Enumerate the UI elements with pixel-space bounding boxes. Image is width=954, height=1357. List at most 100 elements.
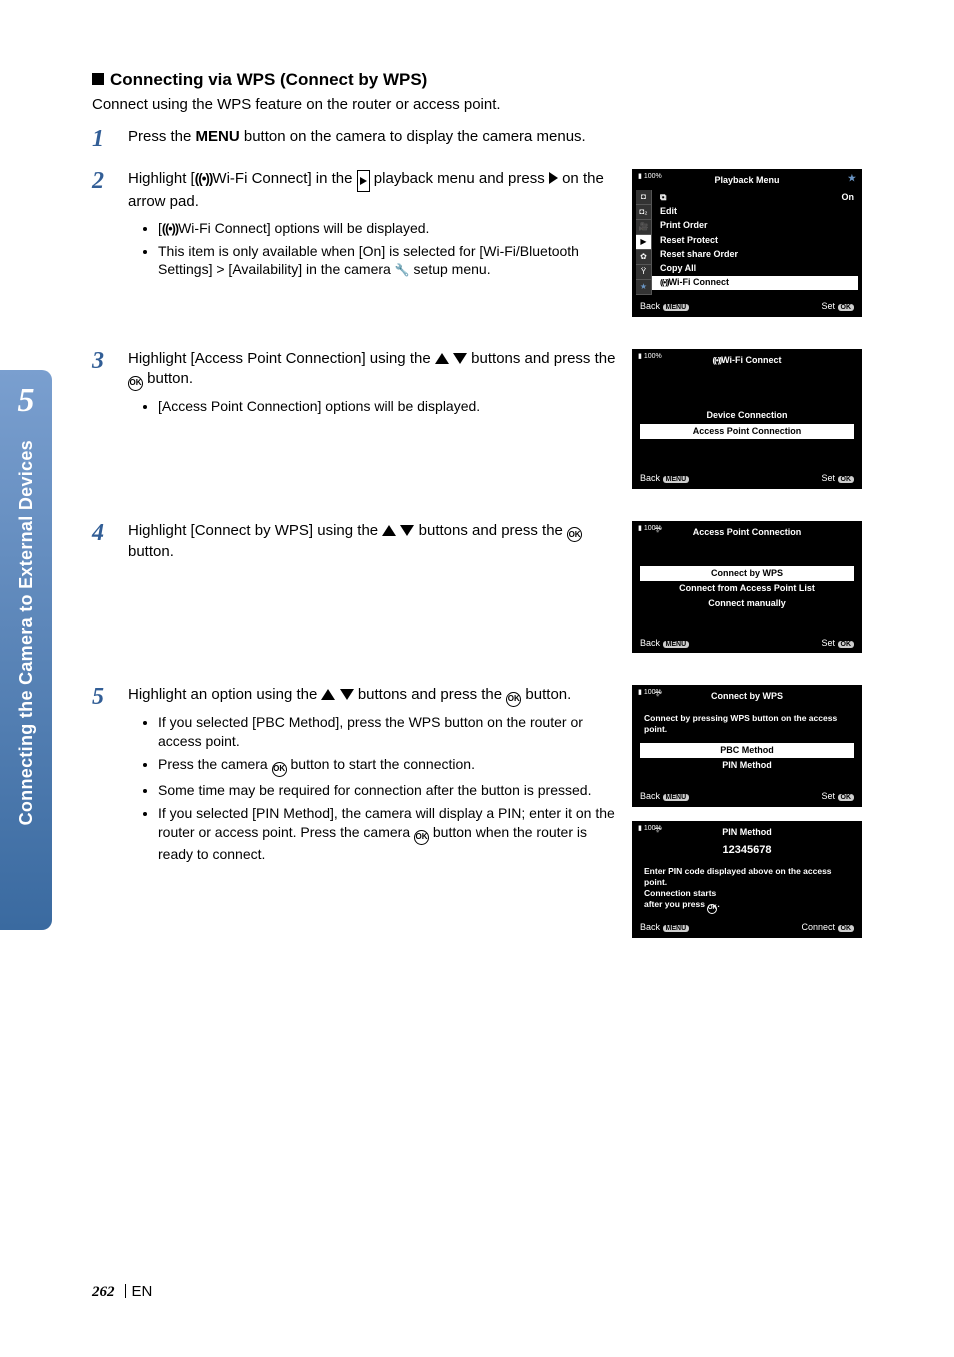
page-footer: 262EN	[92, 1283, 152, 1301]
page-number: 262	[92, 1284, 115, 1300]
ok-button-icon	[414, 830, 429, 845]
step-1: 1 Press the MENU button on the camera to…	[92, 127, 862, 151]
down-arrow-icon	[453, 353, 467, 364]
back-label[interactable]: Back MENU	[640, 638, 689, 650]
back-label[interactable]: Back MENU	[640, 922, 689, 934]
set-label[interactable]: Set OK	[821, 638, 854, 650]
step-2: 2 Highlight [Wi-Fi Connect] in the playb…	[92, 169, 862, 331]
back-label[interactable]: Back MENU	[640, 473, 689, 485]
menu-label: Print Order	[660, 220, 708, 231]
table-row[interactable]: Copy All	[652, 262, 858, 276]
menu-label: Wi-Fi Connect	[669, 277, 729, 287]
playback-tab-icon[interactable]: ▶	[636, 235, 651, 250]
table-row-highlighted[interactable]: Wi-Fi Connect	[652, 276, 858, 290]
text-fragment: Wi-Fi Connect] in the	[212, 170, 356, 187]
ok-button-icon	[506, 692, 521, 707]
step-5: 5 Highlight an option using the buttons …	[92, 685, 862, 951]
battery-indicator: ▮ 100%	[638, 173, 662, 182]
menu-label: Copy All	[660, 263, 696, 274]
ok-pill: OK	[838, 304, 855, 311]
ok-pill: OK	[838, 476, 855, 483]
camera-tab-icon[interactable]: ◘	[636, 190, 651, 205]
screen-title: Access Point Connection	[636, 525, 858, 540]
menu-label: Reset share Order	[660, 249, 738, 260]
setup-tab-icon[interactable]: Ÿ	[636, 265, 651, 280]
menu-entry[interactable]: Device Connection	[640, 408, 854, 423]
table-row[interactable]: Edit	[652, 205, 858, 219]
menu-entry-highlighted[interactable]: PBC Method	[640, 743, 854, 758]
set-label[interactable]: Set OK	[821, 301, 854, 313]
back-label[interactable]: Back MENU	[640, 301, 689, 313]
step-4: 4 Highlight [Connect by WPS] using the b…	[92, 521, 862, 668]
text-fragment: This item is only available when [On] is…	[158, 243, 579, 278]
battery-indicator: ▮ 100%	[638, 353, 662, 362]
screen-instruction: Enter PIN code displayed above on the ac…	[636, 864, 858, 916]
ok-pill: OK	[838, 925, 855, 932]
overlay-icon: ⧉	[660, 192, 666, 203]
set-label[interactable]: Set OK	[821, 473, 854, 485]
screen-pin-method: ▮ 100%ᯤ PIN Method 12345678 Enter PIN co…	[632, 821, 862, 938]
menu-entry-highlighted[interactable]: Access Point Connection	[640, 424, 854, 439]
connect-label[interactable]: Connect OK	[801, 922, 854, 934]
table-row[interactable]: Print Order	[652, 219, 858, 233]
menu-pill: MENU	[663, 794, 690, 801]
menu-pill: MENU	[663, 641, 690, 648]
custom-tab-icon[interactable]: ★	[636, 280, 651, 295]
set-label[interactable]: Set OK	[821, 791, 854, 803]
text-fragment: Enter PIN code displayed above on the ac…	[644, 866, 850, 888]
wifi-icon	[712, 355, 721, 365]
bullet-item: This item is only available when [On] is…	[158, 242, 616, 280]
menu-tab-column: ◘ ◘₂ 🎥 ▶ ✿ Ÿ ★	[636, 190, 652, 295]
screen-title: PIN Method	[636, 825, 858, 840]
text-fragment: playback menu and press	[370, 170, 549, 187]
video-tab-icon[interactable]: 🎥	[636, 220, 651, 235]
table-row[interactable]: Reset Protect	[652, 233, 858, 247]
step-3-text: Highlight [Access Point Connection] usin…	[128, 349, 616, 420]
wifi-icon	[195, 170, 213, 187]
ok-pill: OK	[838, 794, 855, 801]
chapter-number: 5	[18, 382, 35, 420]
table-row[interactable]: Reset share Order	[652, 247, 858, 261]
section-heading: Connecting via WPS (Connect by WPS)	[92, 70, 862, 90]
step-4-text: Highlight [Connect by WPS] using the but…	[128, 521, 616, 569]
page-content: Connecting via WPS (Connect by WPS) Conn…	[92, 70, 862, 970]
pin-code-value: 12345678	[636, 840, 858, 864]
text-fragment: Highlight an option using the	[128, 686, 321, 703]
step-number: 5	[92, 685, 128, 709]
text-fragment: Press the camera	[158, 756, 272, 772]
menu-label: Reset Protect	[660, 235, 718, 246]
menu-entry[interactable]: PIN Method	[640, 758, 854, 773]
camera2-tab-icon[interactable]: ◘₂	[636, 205, 651, 220]
step-3: 3 Highlight [Access Point Connection] us…	[92, 349, 862, 503]
square-bullet-icon	[92, 73, 104, 85]
ok-button-icon	[567, 527, 582, 542]
bullet-item: If you selected [PIN Method], the camera…	[158, 804, 616, 864]
setup-wrench-icon	[395, 261, 410, 277]
menu-entry[interactable]: Connect manually	[640, 596, 854, 611]
text-fragment: buttons and press the	[414, 522, 567, 539]
section-heading-text: Connecting via WPS (Connect by WPS)	[110, 70, 427, 89]
chapter-title: Connecting the Camera to External Device…	[16, 440, 37, 825]
menu-word: MENU	[196, 128, 240, 145]
menu-entry-highlighted[interactable]: Connect by WPS	[640, 566, 854, 581]
gear-tab-icon[interactable]: ✿	[636, 250, 651, 265]
text-fragment: Highlight [	[128, 170, 195, 187]
step-1-text: Press the MENU button on the camera to d…	[128, 127, 862, 147]
text-fragment: button.	[128, 543, 174, 560]
text-fragment: after you press	[644, 899, 707, 909]
menu-entry[interactable]: Connect from Access Point List	[640, 581, 854, 596]
chapter-tab: 5 Connecting the Camera to External Devi…	[0, 370, 52, 930]
screen-playback-menu: ▮ 100% Playback Menu★ ◘ ◘₂ 🎥 ▶ ✿ Ÿ ★	[632, 169, 862, 317]
text-fragment: buttons and press the	[354, 686, 507, 703]
text-fragment: Highlight [Access Point Connection] usin…	[128, 350, 435, 367]
screen-instruction: Connect by pressing WPS button on the ac…	[636, 705, 858, 743]
menu-pill: MENU	[663, 476, 690, 483]
bullet-item: Some time may be required for connection…	[158, 781, 616, 800]
back-label[interactable]: Back MENU	[640, 791, 689, 803]
step-2-text: Highlight [ Wi-Fi Connect] in the playbac…	[128, 169, 616, 283]
text-fragment: button.	[143, 370, 193, 387]
table-row[interactable]: ⧉On	[652, 190, 858, 204]
playback-icon	[357, 170, 370, 192]
text-fragment: button on the camera to display the came…	[240, 128, 586, 145]
star-icon: ★	[848, 173, 856, 184]
